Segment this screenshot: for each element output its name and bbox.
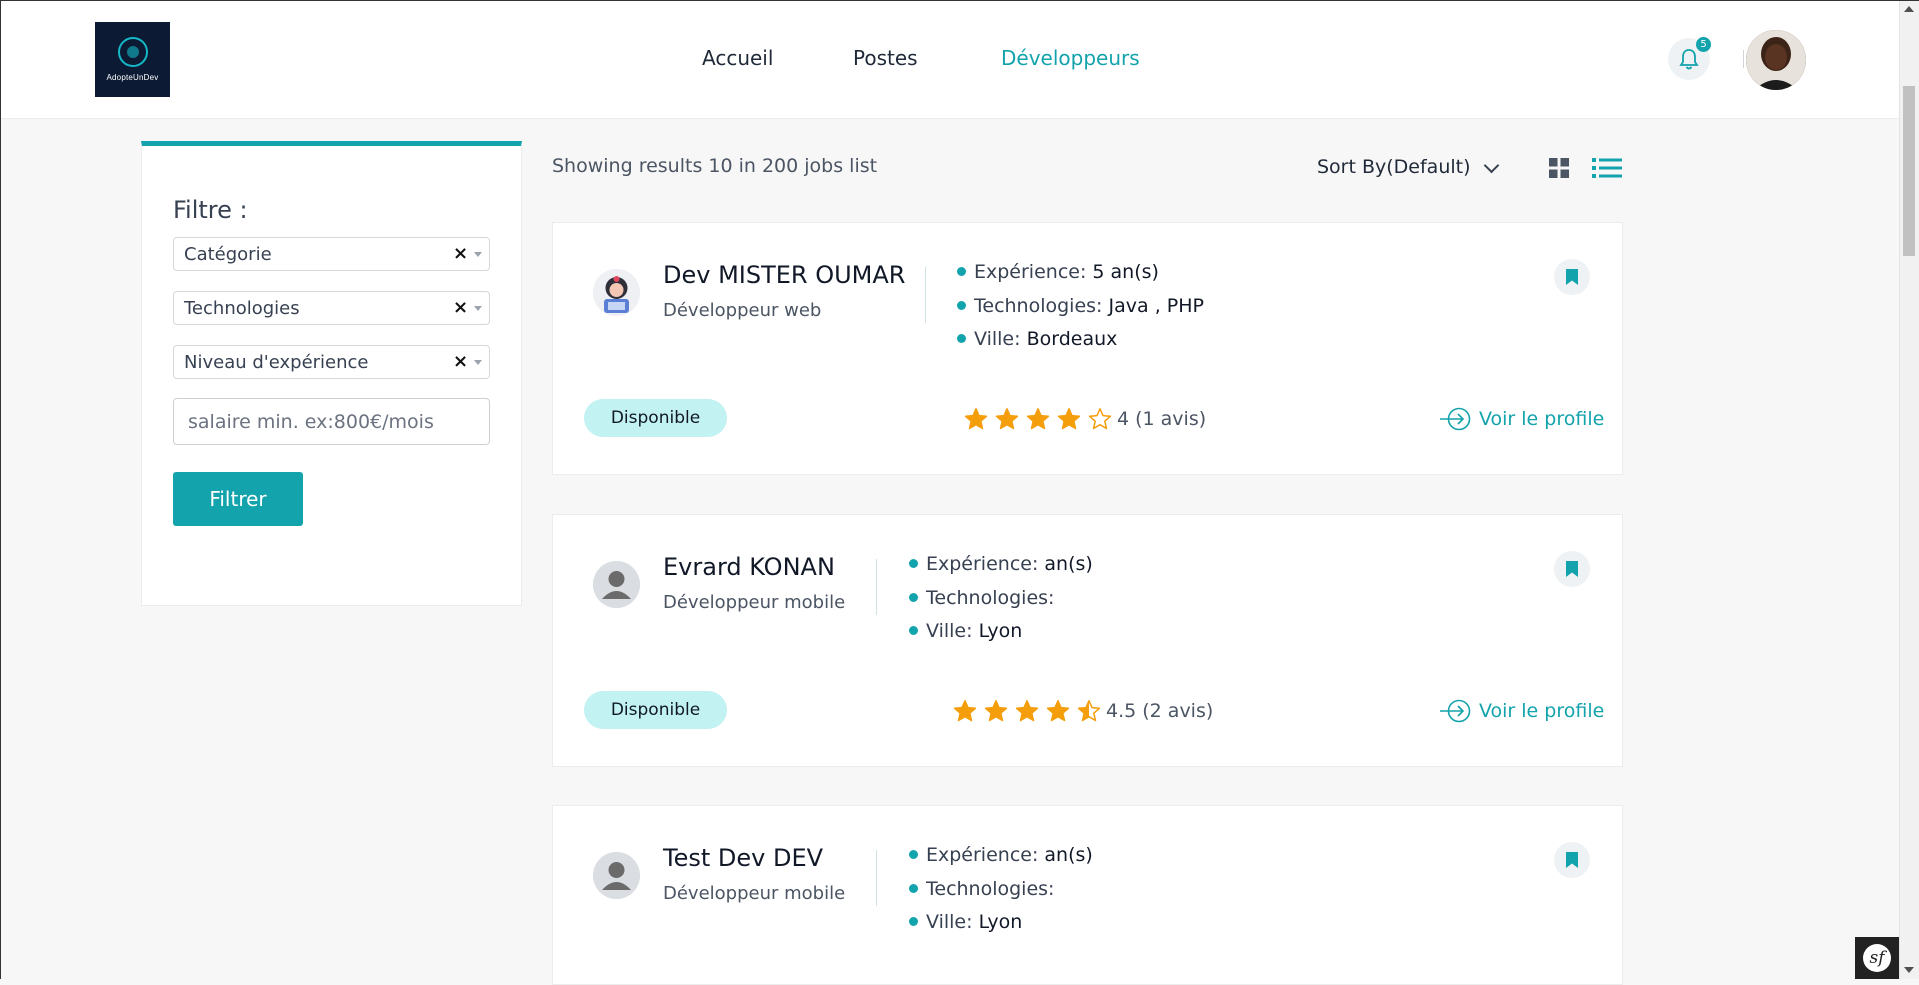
developer-name[interactable]: Dev MISTER OUMAR: [663, 261, 905, 289]
bookmark-button[interactable]: [1554, 551, 1590, 587]
clear-icon[interactable]: ×: [453, 351, 468, 372]
symfony-icon: sf: [1863, 944, 1891, 972]
developer-role: Développeur mobile: [663, 592, 846, 613]
technologies-select[interactable]: Technologies ×: [173, 291, 490, 325]
technologies-value: Java , PHP: [1108, 295, 1204, 317]
bookmark-icon: [1566, 852, 1578, 868]
developer-avatar: [593, 561, 640, 608]
view-profile-label: Voir le profile: [1479, 700, 1605, 722]
results-count: Showing results 10 in 200 jobs list: [552, 155, 878, 177]
view-profile-label: Voir le profile: [1479, 408, 1605, 430]
availability-badge: Disponible: [584, 691, 727, 729]
star-icon: [984, 700, 1008, 722]
nav-accueil[interactable]: Accueil: [702, 46, 773, 70]
min-salary-input[interactable]: [173, 398, 490, 445]
experience-info: Expérience: 5 an(s): [957, 261, 1159, 283]
grid-view-icon[interactable]: [1549, 158, 1569, 178]
card-divider: [876, 559, 877, 615]
bookmark-button[interactable]: [1554, 259, 1590, 295]
developer-avatar: [593, 269, 640, 316]
sort-dropdown[interactable]: Sort By(Default): [1317, 156, 1471, 178]
rating-stars: [964, 407, 1119, 431]
star-icon: [1026, 408, 1050, 430]
scroll-up-arrow-icon[interactable]: [1904, 6, 1914, 12]
bell-icon: [1679, 49, 1699, 70]
experience-value: 5 an(s): [1092, 261, 1159, 283]
view-profile-link[interactable]: Voir le profile: [1439, 699, 1604, 723]
city-info: Ville: Lyon: [909, 620, 1022, 642]
card-divider: [876, 850, 877, 906]
dropdown-arrow-icon: [474, 252, 482, 257]
top-header: AdopteUnDev Accueil Postes Développeurs …: [0, 0, 1899, 119]
bookmark-button[interactable]: [1554, 842, 1590, 878]
developer-name[interactable]: Evrard KONAN: [663, 553, 835, 581]
nav-postes[interactable]: Postes: [853, 46, 918, 70]
dropdown-arrow-icon: [474, 306, 482, 311]
city-value: Bordeaux: [1026, 328, 1118, 350]
star-icon: [1015, 700, 1039, 722]
filter-button[interactable]: Filtrer: [173, 472, 303, 526]
clear-icon[interactable]: ×: [453, 297, 468, 318]
site-logo[interactable]: AdopteUnDev: [95, 22, 170, 97]
logo-text: AdopteUnDev: [106, 73, 159, 82]
star-icon: [1046, 700, 1070, 722]
developer-card: Dev MISTER OUMAR Développeur web Expérie…: [552, 222, 1623, 475]
notification-count-badge: 5: [1696, 37, 1711, 52]
symfony-toolbar-toggle[interactable]: sf: [1855, 937, 1899, 979]
developer-card: Evrard KONAN Développeur mobile Expérien…: [552, 514, 1623, 767]
rating-text: 4.5 (2 avis): [1106, 700, 1214, 722]
category-select[interactable]: Catégorie ×: [173, 237, 490, 271]
city-info: Ville: Lyon: [909, 911, 1022, 933]
filter-panel: Filtre : Catégorie × Technologies × Nive…: [141, 141, 522, 606]
scrollbar-thumb[interactable]: [1903, 86, 1915, 256]
scroll-down-arrow-icon[interactable]: [1904, 967, 1914, 973]
rating-stars: [953, 699, 1108, 723]
experience-value: an(s): [1044, 553, 1093, 575]
star-icon: [964, 408, 988, 430]
developer-avatar: [593, 852, 640, 899]
star-icon: [1057, 408, 1081, 430]
experience-level-select-value: Niveau d'expérience: [184, 352, 369, 373]
nav-developpeurs[interactable]: Développeurs: [1001, 46, 1140, 70]
star-icon: [1088, 408, 1112, 430]
developer-role: Développeur mobile: [663, 883, 846, 904]
clear-icon[interactable]: ×: [453, 243, 468, 264]
experience-level-select[interactable]: Niveau d'expérience ×: [173, 345, 490, 379]
view-profile-link[interactable]: Voir le profile: [1439, 407, 1604, 431]
technologies-info: Technologies: Java , PHP: [957, 295, 1204, 317]
rating-text: 4 (1 avis): [1117, 408, 1207, 430]
bookmark-icon: [1566, 269, 1578, 285]
availability-badge: Disponible: [584, 399, 727, 437]
experience-value: an(s): [1044, 844, 1093, 866]
developer-name[interactable]: Test Dev DEV: [663, 844, 823, 872]
star-icon: [995, 408, 1019, 430]
arrow-circle-right-icon: [1440, 407, 1471, 431]
card-divider: [925, 267, 926, 323]
experience-info: Expérience: an(s): [909, 844, 1093, 866]
city-value: Lyon: [978, 620, 1023, 642]
technologies-info: Technologies:: [909, 878, 1054, 900]
category-select-value: Catégorie: [184, 244, 272, 265]
dropdown-arrow-icon: [474, 360, 482, 365]
list-view-icon[interactable]: [1592, 157, 1622, 179]
technologies-select-value: Technologies: [184, 298, 300, 319]
experience-info: Expérience: an(s): [909, 553, 1093, 575]
chevron-down-icon[interactable]: [1483, 157, 1500, 174]
city-value: Lyon: [978, 911, 1023, 933]
header-divider: [1743, 50, 1744, 68]
developer-role: Développeur web: [663, 300, 822, 321]
arrow-circle-right-icon: [1440, 699, 1471, 723]
user-avatar[interactable]: [1746, 30, 1806, 90]
star-icon: [953, 700, 977, 722]
logo-icon: [117, 37, 148, 67]
star-icon: [1077, 700, 1101, 722]
developer-card: Test Dev DEV Développeur mobile Expérien…: [552, 805, 1623, 985]
bookmark-icon: [1566, 561, 1578, 577]
filter-title: Filtre :: [173, 196, 248, 224]
city-info: Ville: Bordeaux: [957, 328, 1117, 350]
technologies-info: Technologies:: [909, 587, 1054, 609]
